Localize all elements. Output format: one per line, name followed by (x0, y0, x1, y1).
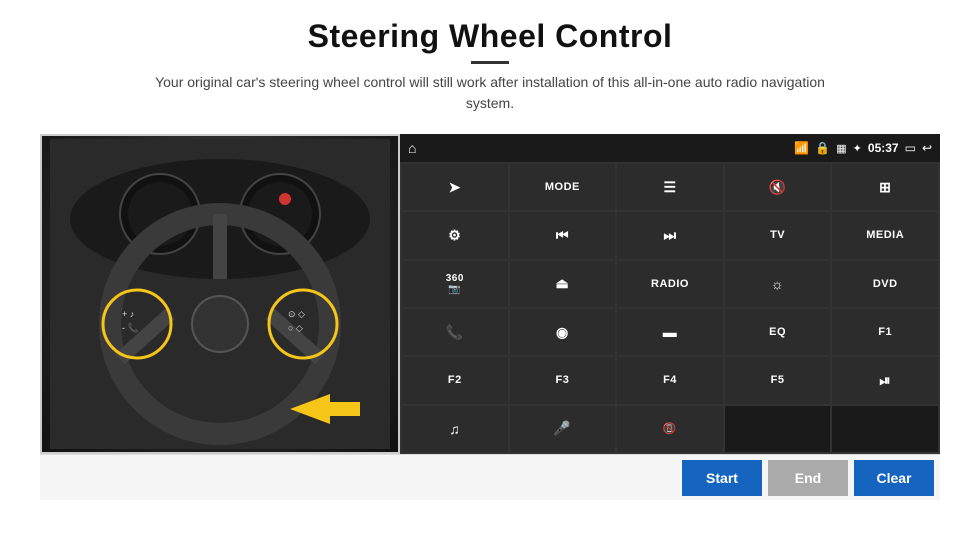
steering-wheel-svg: + ♪ - 📞 ⊙ ◇ ○ ◇ (50, 139, 390, 449)
btn-eject[interactable]: ⏏ (510, 261, 616, 307)
btn-dvd[interactable]: DVD (832, 261, 938, 307)
time-display: 05:37 (868, 141, 899, 155)
btn-empty2 (832, 406, 938, 452)
start-button[interactable]: Start (682, 460, 762, 496)
btn-media[interactable]: MEDIA (832, 212, 938, 258)
btn-gps[interactable]: ◉ (510, 309, 616, 355)
btn-mic[interactable]: 🎤 (510, 406, 616, 452)
lock-icon: 🔒 (815, 141, 830, 155)
page-wrapper: Steering Wheel Control Your original car… (0, 0, 980, 544)
btn-next[interactable]: ⏭ (617, 212, 723, 258)
btn-settings[interactable]: ⚙ (402, 212, 508, 258)
button-grid: ➤ MODE ☰ 🔇 ⊞ ⚙ ⏮ ⏭ TV MEDIA 360📷 ⏏ RADIO… (400, 162, 940, 454)
btn-tv[interactable]: TV (725, 212, 831, 258)
steering-wheel-photo: + ♪ - 📞 ⊙ ◇ ○ ◇ (40, 134, 400, 454)
btn-mute[interactable]: 🔇 (725, 164, 831, 210)
btn-f5[interactable]: F5 (725, 357, 831, 403)
btn-phone[interactable]: 📞 (402, 309, 508, 355)
svg-text:- 📞: - 📞 (122, 322, 139, 333)
bottom-action-bar: Start End Clear (40, 454, 940, 500)
svg-text:⊙ ◇: ⊙ ◇ (288, 309, 305, 319)
status-left: ⌂ (408, 140, 416, 156)
btn-f3[interactable]: F3 (510, 357, 616, 403)
btn-music[interactable]: ♫ (402, 406, 508, 452)
home-icon[interactable]: ⌂ (408, 140, 416, 156)
subtitle: Your original car's steering wheel contr… (130, 72, 850, 114)
btn-send[interactable]: ➤ (402, 164, 508, 210)
title-section: Steering Wheel Control Your original car… (130, 18, 850, 128)
svg-text:○ ◇: ○ ◇ (288, 323, 303, 333)
btn-playpause[interactable]: ⏯ (832, 357, 938, 403)
back-icon: ↩ (922, 141, 932, 155)
btn-grid[interactable]: ⊞ (832, 164, 938, 210)
btn-radio[interactable]: RADIO (617, 261, 723, 307)
android-panel: ⌂ 📶 🔒 ▦ ✦ 05:37 ▭ ↩ ➤ MODE ☰ 🔇 (400, 134, 940, 454)
btn-brightness[interactable]: ☼ (725, 261, 831, 307)
btn-f1[interactable]: F1 (832, 309, 938, 355)
btn-list[interactable]: ☰ (617, 164, 723, 210)
btn-empty1 (725, 406, 831, 452)
wifi-icon: 📶 (794, 141, 809, 155)
btn-f2[interactable]: F2 (402, 357, 508, 403)
bt-icon: ✦ (853, 142, 862, 155)
content-area: + ♪ - 📞 ⊙ ◇ ○ ◇ ⌂ 📶 🔒 (40, 134, 940, 454)
end-button[interactable]: End (768, 460, 848, 496)
btn-f4[interactable]: F4 (617, 357, 723, 403)
status-bar: ⌂ 📶 🔒 ▦ ✦ 05:37 ▭ ↩ (400, 134, 940, 162)
status-right: 📶 🔒 ▦ ✦ 05:37 ▭ ↩ (794, 141, 932, 155)
title-divider (471, 61, 509, 64)
btn-eq[interactable]: EQ (725, 309, 831, 355)
btn-call[interactable]: 📵 (617, 406, 723, 452)
btn-screen[interactable]: ▬ (617, 309, 723, 355)
clear-button[interactable]: Clear (854, 460, 934, 496)
screen-icon: ▭ (905, 141, 916, 155)
btn-360[interactable]: 360📷 (402, 261, 508, 307)
steering-wheel-bg: + ♪ - 📞 ⊙ ◇ ○ ◇ (42, 136, 398, 452)
svg-text:+ ♪: + ♪ (122, 309, 134, 319)
btn-prev[interactable]: ⏮ (510, 212, 616, 258)
page-title: Steering Wheel Control (130, 18, 850, 55)
sd-icon: ▦ (836, 142, 846, 155)
btn-mode[interactable]: MODE (510, 164, 616, 210)
